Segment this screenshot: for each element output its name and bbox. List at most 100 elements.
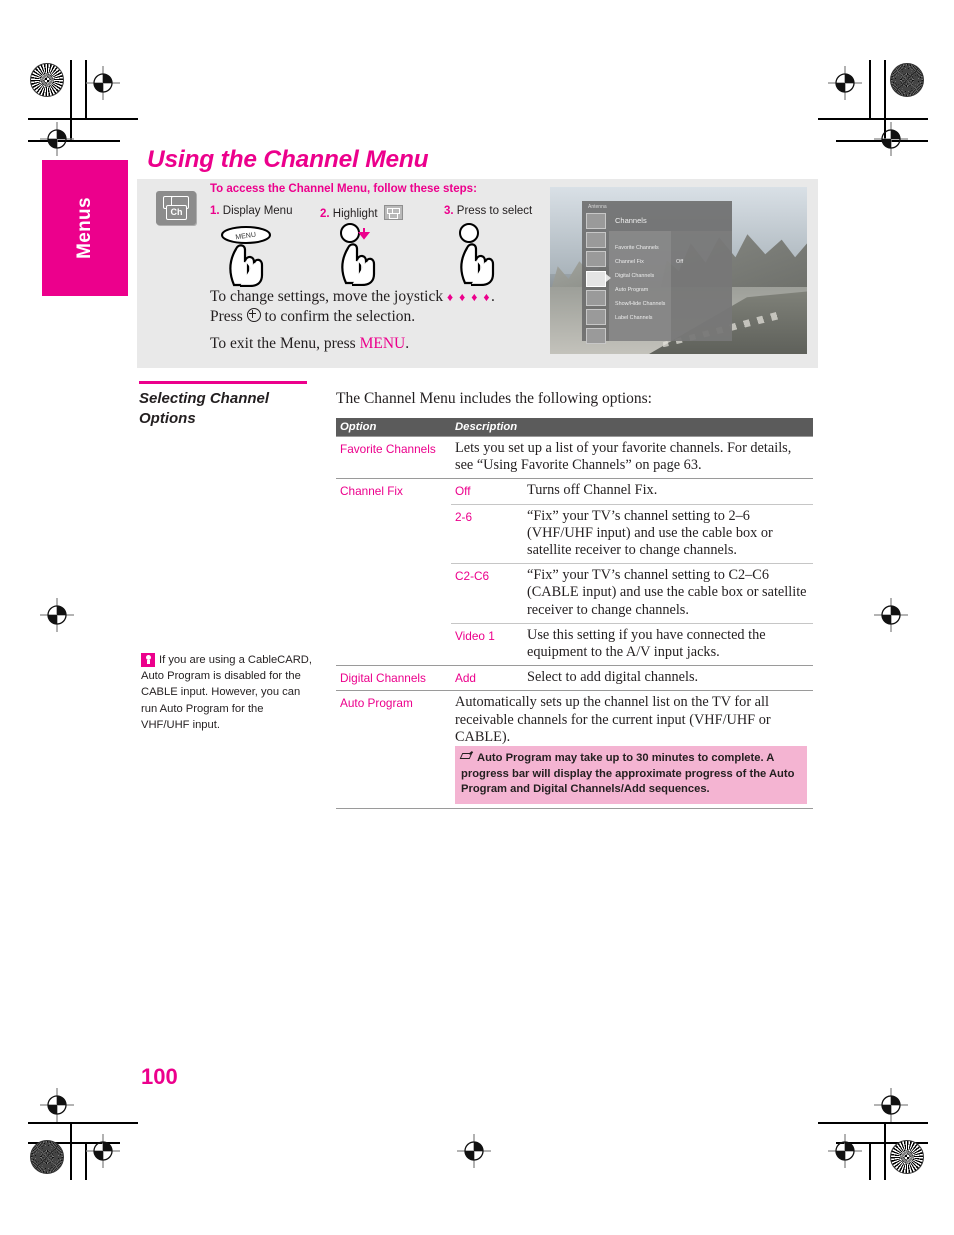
osd-item-favorite-channels[interactable]: Favorite Channels — [615, 245, 659, 251]
step-3-number: 3. — [444, 205, 454, 217]
table-row: Favorite Channels Lets you set up a list… — [336, 435, 813, 479]
joystick-instruction: To change settings, move the joystick ♦ … — [210, 287, 495, 326]
row-description-off: Turns off Channel Fix. — [523, 478, 813, 505]
registration-target-mid-left — [40, 598, 74, 632]
step-2-label: Highlight — [332, 208, 378, 220]
step-2-number: 2. — [320, 208, 330, 220]
table-row: Channel Fix Off Turns off Channel Fix. — [336, 478, 813, 505]
row-description-favorite-channels: Lets you set up a list of your favorite … — [451, 435, 813, 479]
table-row: C2-C6 “Fix” your TV’s channel setting to… — [336, 563, 813, 624]
row-option-channel-fix: Channel Fix — [336, 478, 451, 505]
registration-target-tr-2 — [874, 122, 908, 156]
osd-value-channel-fix: Off — [676, 259, 684, 265]
registration-target-br-2 — [874, 1088, 908, 1122]
channel-menu-icon: Ch — [156, 191, 196, 225]
row-description-auto-program: Automatically sets up the channel list o… — [455, 694, 771, 745]
osd-icon-applications[interactable] — [586, 328, 606, 345]
hand-moving-joystick-illustration — [340, 223, 376, 286]
osd-icon-channel-selected[interactable] — [586, 270, 606, 287]
osd-item-show-hide-channels[interactable]: Show/Hide Channels — [615, 301, 665, 307]
crop-mark-tl-h1 — [28, 118, 138, 120]
table-header-row: Option Description — [336, 418, 813, 437]
step-3: 3. Press to select — [444, 205, 532, 217]
note-pencil-icon — [461, 752, 474, 762]
exit-instruction: To exit the Menu, press MENU. — [210, 334, 409, 353]
row-option-blank-3 — [336, 623, 451, 665]
joystick-press-icon — [246, 308, 261, 322]
registration-target-tl-1 — [86, 66, 120, 100]
table-row: 2-6 “Fix” your TV’s channel setting to 2… — [336, 503, 813, 564]
row-option-blank-1 — [336, 504, 451, 564]
halftone-target-tr — [890, 63, 924, 97]
registration-target-mid-bottom — [457, 1134, 491, 1168]
row-option-auto-program: Auto Program — [336, 690, 451, 809]
step-2: 2. Highlight — [320, 205, 403, 220]
step-3-label: Press to select — [456, 205, 533, 217]
crop-mark-bl-h1 — [28, 1122, 138, 1124]
table-row: Digital Channels Add Select to add digit… — [336, 665, 813, 691]
crop-mark-tr-v1 — [869, 60, 871, 118]
page-title: Using the Channel Menu — [147, 146, 429, 173]
osd-item-channel-fix[interactable]: Channel Fix — [615, 259, 644, 265]
halftone-target-br — [890, 1140, 924, 1174]
channel-mini-icon — [383, 205, 403, 220]
step-1-label: Display Menu — [222, 205, 293, 217]
hand-pressing-joystick-illustration — [459, 223, 495, 286]
osd-item-label-channels[interactable]: Label Channels — [615, 315, 652, 321]
row-option-blank-2 — [336, 564, 451, 624]
osd-icon-screen[interactable] — [586, 251, 606, 268]
page-number: 100 — [141, 1064, 178, 1089]
row-description-add: Select to add digital channels. — [523, 665, 813, 691]
osd-item-auto-program[interactable]: Auto Program — [615, 287, 648, 293]
row-description-auto-program-cell: Automatically sets up the channel list o… — [451, 690, 813, 809]
sidebar-tip-text: If you are using a CableCARD, Auto Progr… — [141, 654, 312, 731]
table-row: Auto Program Automatically sets up the c… — [336, 690, 813, 809]
row-value-video-1: Video 1 — [451, 622, 523, 666]
confirm-instruction-prefix: Press — [210, 308, 247, 325]
menu-button-reference: MENU — [359, 335, 406, 352]
channel-icon-label: Ch — [166, 205, 187, 220]
lightbulb-icon — [141, 653, 155, 667]
joystick-instruction-text: To change settings, move the joystick — [210, 288, 447, 305]
sidebar-section-tab-label: Menus — [74, 197, 95, 259]
crop-mark-tr-h1 — [818, 118, 928, 120]
row-value-2-6: 2-6 — [451, 503, 523, 564]
table-header-option: Option — [336, 418, 451, 437]
halftone-target-tl — [30, 63, 64, 97]
registration-target-tl-2 — [40, 122, 74, 156]
registration-target-mid-right — [874, 598, 908, 632]
step-1: 1. Display Menu — [210, 205, 292, 217]
halftone-target-bl — [30, 1140, 64, 1174]
joystick-direction-arrows: ♦ ♦ ♦ ♦ — [446, 290, 491, 304]
hand-pressing-menu-button-illustration: MENU — [221, 226, 271, 287]
crop-mark-br-v2 — [884, 1122, 886, 1180]
osd-icon-audio[interactable] — [586, 232, 606, 249]
step-1-number: 1. — [210, 205, 220, 217]
row-description-c2-c6: “Fix” your TV’s channel setting to C2–C6… — [523, 563, 813, 624]
registration-target-bl-1 — [86, 1134, 120, 1168]
confirm-instruction-suffix: to confirm the selection. — [260, 308, 416, 325]
tv-screen-photo: Antenna Channels Favorite Channels Chann… — [550, 187, 807, 354]
osd-item-digital-channels[interactable]: Digital Channels — [615, 273, 654, 279]
row-option-favorite-channels: Favorite Channels — [336, 435, 451, 479]
row-value-c2-c6: C2-C6 — [451, 563, 523, 624]
table-row: Video 1 Use this setting if you have con… — [336, 622, 813, 666]
exit-instruction-prefix: To exit the Menu, press — [210, 335, 360, 352]
osd-icon-picture[interactable] — [586, 213, 606, 229]
registration-target-br-1 — [828, 1134, 862, 1168]
crop-mark-br-v1 — [869, 1142, 871, 1180]
steps-heading: To access the Channel Menu, follow these… — [210, 183, 477, 195]
registration-target-tr-1 — [828, 66, 862, 100]
osd-icon-setup[interactable] — [586, 308, 606, 325]
osd-selected-pointer — [606, 274, 611, 282]
row-value-off: Off — [451, 478, 523, 505]
section-heading: Selecting Channel Options — [139, 390, 270, 427]
registration-target-bl-2 — [40, 1088, 74, 1122]
table-intro-text: The Channel Menu includes the following … — [336, 390, 652, 407]
osd-icon-parental-lock[interactable] — [586, 289, 606, 306]
row-description-video-1: Use this setting if you have connected t… — [523, 622, 813, 666]
row-description-2-6: “Fix” your TV’s channel setting to 2–6 (… — [523, 503, 813, 564]
sidebar-section-tab-menus: Menus — [42, 160, 128, 296]
osd-title: Channels — [615, 216, 647, 225]
channel-options-table: Option Description Favorite Channels Let… — [336, 418, 813, 809]
